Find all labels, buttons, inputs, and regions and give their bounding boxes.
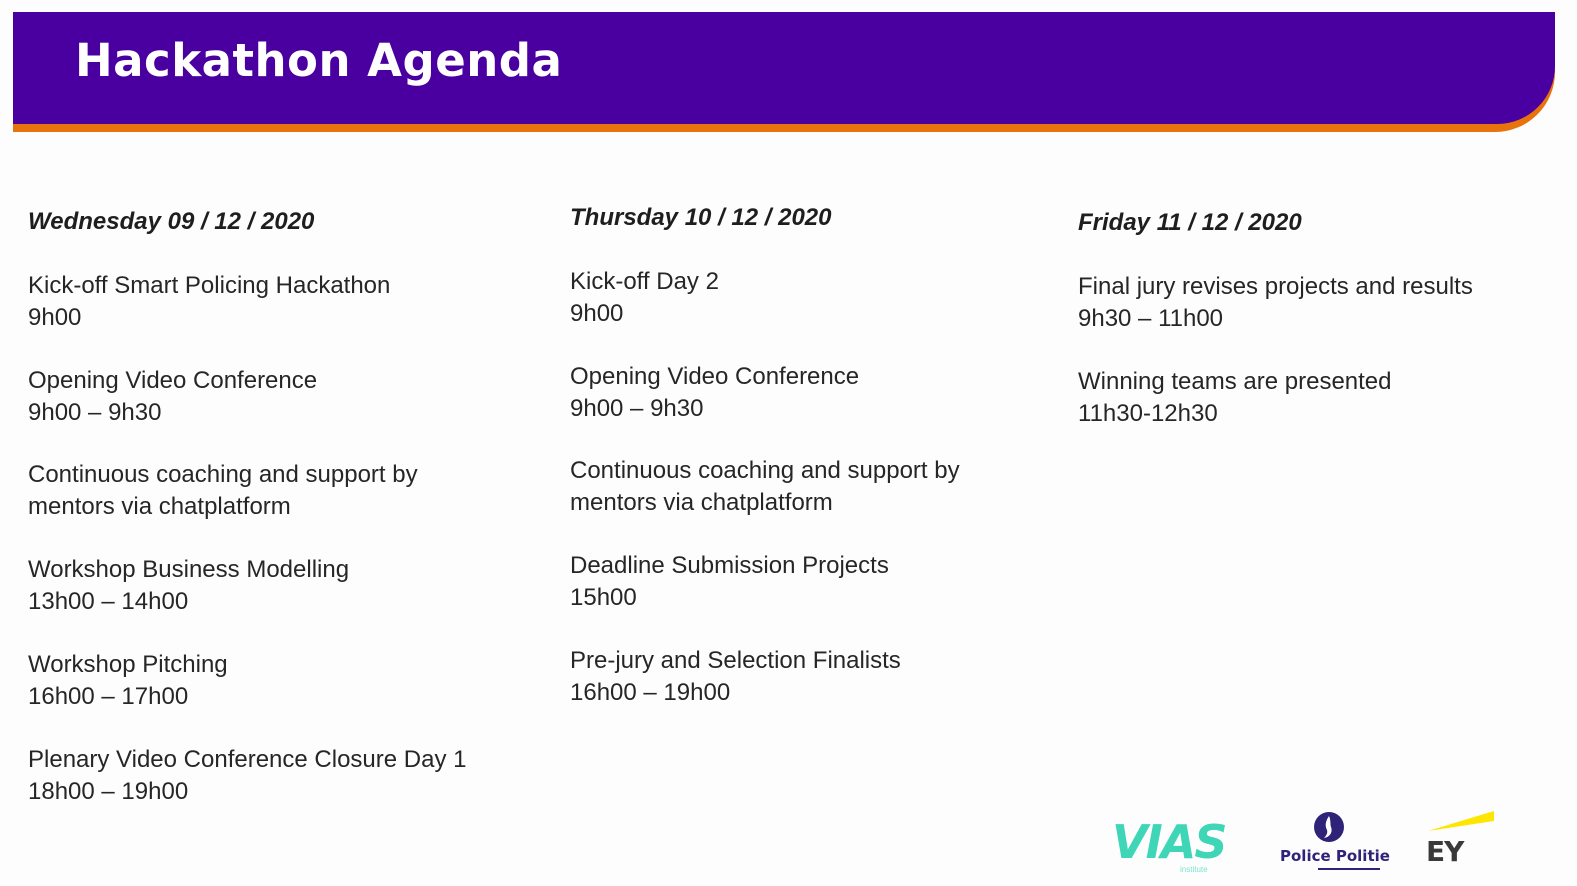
agenda-item-time: 9h00 [570,300,624,327]
agenda-item-title: Final jury revises projects and results [1078,273,1473,300]
agenda-item: Kick-off Day 2 9h00 [570,266,719,330]
agenda-item-title: Deadline Submission Projects [570,552,889,579]
police-flame-icon [1314,812,1344,842]
agenda-item: Workshop Pitching 16h00 – 17h00 [28,649,228,713]
agenda-item-time: 15h00 [570,584,637,611]
agenda-item-title: Continuous coaching and support by [570,457,960,484]
page-title: Hackathon Agenda [75,34,563,87]
day-heading: Wednesday 09 / 12 / 2020 [28,208,315,235]
agenda-item-time: 16h00 – 17h00 [28,683,189,710]
vias-logo: VIAS [1112,815,1227,869]
agenda-item-title: Plenary Video Conference Closure Day 1 [28,746,467,773]
agenda-item-time: 11h30-12h30 [1078,400,1218,427]
title-banner: Hackathon Agenda [13,12,1555,132]
agenda-item: Deadline Submission Projects 15h00 [570,550,889,614]
agenda-item-time: 9h00 – 9h30 [28,399,162,426]
agenda-item-time: 13h00 – 14h00 [28,588,189,615]
agenda-item: Kick-off Smart Policing Hackathon 9h00 [28,270,390,334]
slide: Hackathon Agenda Wednesday 09 / 12 / 202… [0,0,1577,886]
agenda-item: Workshop Business Modelling 13h00 – 14h0… [28,554,349,618]
ey-logo: EY [1426,835,1464,868]
agenda-item-title: Opening Video Conference [28,367,318,394]
agenda-item-time: 9h00 – 9h30 [570,395,704,422]
police-logo-underline [1318,868,1380,870]
agenda-item: Opening Video Conference 9h00 – 9h30 [570,361,859,425]
agenda-item-title: Pre-jury and Selection Finalists [570,647,901,674]
title-banner-fill: Hackathon Agenda [13,12,1555,124]
day-heading: Thursday 10 / 12 / 2020 [570,204,832,231]
agenda-item-title: Workshop Pitching [28,651,228,678]
agenda-item-time: 9h00 [28,304,82,331]
agenda-item-time: 16h00 – 19h00 [570,679,731,706]
agenda-item-title: Kick-off Day 2 [570,268,719,295]
police-logo-text: Police Politie [1280,847,1390,865]
day-heading: Friday 11 / 12 / 2020 [1078,209,1302,236]
vias-logo-subtitle: institute [1180,865,1208,874]
agenda-item: Plenary Video Conference Closure Day 1 1… [28,744,466,808]
agenda-item-detail: mentors via chatplatform [28,493,291,520]
agenda-item-title: Winning teams are presented [1078,368,1392,395]
agenda-item: Continuous coaching and support by mento… [28,459,418,523]
ey-beam-icon [1428,811,1494,831]
agenda-item-title: Kick-off Smart Policing Hackathon [28,272,391,299]
agenda-item: Winning teams are presented 11h30-12h30 [1078,366,1392,430]
agenda-item: Final jury revises projects and results … [1078,271,1473,335]
agenda-item-title: Continuous coaching and support by [28,461,418,488]
agenda-item: Opening Video Conference 9h00 – 9h30 [28,365,317,429]
agenda-item: Pre-jury and Selection Finalists 16h00 –… [570,645,901,709]
agenda-item-title: Opening Video Conference [570,363,860,390]
agenda-item-title: Workshop Business Modelling [28,556,350,583]
agenda-item-detail: mentors via chatplatform [570,489,833,516]
agenda-item-time: 18h00 – 19h00 [28,778,189,805]
partner-logos: VIAS institute Police Politie EY [1110,805,1510,880]
agenda-item-time: 9h30 – 11h00 [1078,305,1224,332]
agenda-item: Continuous coaching and support by mento… [570,455,960,519]
